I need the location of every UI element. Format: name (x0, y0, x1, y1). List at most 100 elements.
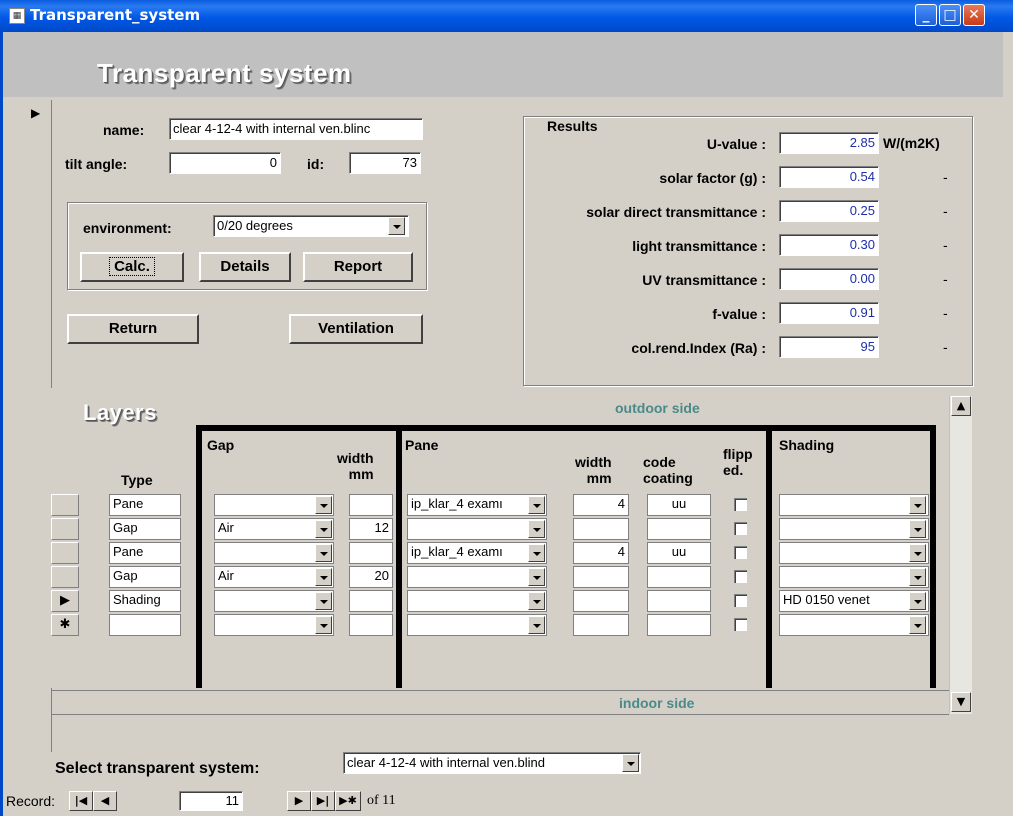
previous-record-button[interactable]: ◀ (93, 791, 117, 811)
result-value[interactable]: 0.54 (779, 166, 879, 188)
shading-cell[interactable]: HD 0150 venet (779, 590, 929, 612)
pane-width-cell[interactable]: 4 (573, 494, 629, 516)
report-button[interactable]: Report (303, 252, 413, 282)
pane-cell[interactable] (407, 590, 547, 612)
row-selector[interactable] (51, 518, 79, 540)
dropdown-icon[interactable] (909, 568, 926, 586)
close-button[interactable]: ✕ (963, 4, 985, 26)
dropdown-icon[interactable] (528, 544, 545, 562)
shading-cell[interactable] (779, 566, 929, 588)
flipped-checkbox[interactable] (734, 498, 747, 511)
dropdown-icon[interactable] (909, 496, 926, 514)
dropdown-icon[interactable] (315, 520, 332, 538)
result-value[interactable]: 0.25 (779, 200, 879, 222)
new-record-button[interactable]: ▶✱ (335, 791, 361, 811)
dropdown-icon[interactable] (315, 592, 332, 610)
gap-width-cell[interactable]: 12 (349, 518, 393, 540)
type-cell[interactable]: Gap (109, 518, 181, 540)
scroll-up-button[interactable]: ▲ (951, 396, 971, 416)
shading-cell[interactable] (779, 518, 929, 540)
pane-cell[interactable] (407, 566, 547, 588)
dropdown-icon[interactable] (528, 520, 545, 538)
pane-cell[interactable] (407, 518, 547, 540)
result-value[interactable]: 0.91 (779, 302, 879, 324)
pane-cell[interactable]: ip_klar_4 examı (407, 542, 547, 564)
dropdown-icon[interactable] (315, 496, 332, 514)
layers-scrollbar[interactable]: ▲ ▼ (949, 396, 972, 714)
environment-select[interactable]: 0/20 degrees (213, 215, 409, 237)
flipped-checkbox[interactable] (734, 546, 747, 559)
environment-dropdown-icon[interactable] (388, 217, 405, 235)
result-value[interactable]: 0.30 (779, 234, 879, 256)
shading-cell[interactable] (779, 542, 929, 564)
dropdown-icon[interactable] (909, 616, 926, 634)
select-system-dropdown-icon[interactable] (622, 754, 639, 772)
gap-width-cell[interactable] (349, 542, 393, 564)
dropdown-icon[interactable] (315, 568, 332, 586)
code-coating-cell[interactable] (647, 518, 711, 540)
select-system-combo[interactable]: clear 4-12-4 with internal ven.blind (343, 752, 641, 774)
type-cell[interactable] (109, 614, 181, 636)
gap-width-cell[interactable] (349, 494, 393, 516)
details-button[interactable]: Details (199, 252, 291, 282)
row-selector[interactable] (51, 566, 79, 588)
dropdown-icon[interactable] (528, 616, 545, 634)
dropdown-icon[interactable] (909, 520, 926, 538)
row-selector[interactable] (51, 542, 79, 564)
pane-cell[interactable] (407, 614, 547, 636)
result-value[interactable]: 2.85 (779, 132, 879, 154)
row-selector[interactable]: ▶ (51, 590, 79, 612)
flipped-checkbox[interactable] (734, 570, 747, 583)
row-selector[interactable] (51, 494, 79, 516)
calc-button[interactable]: Calc. (80, 252, 184, 282)
dropdown-icon[interactable] (909, 544, 926, 562)
dropdown-icon[interactable] (315, 616, 332, 634)
name-field[interactable]: clear 4-12-4 with internal ven.blinc (169, 118, 423, 140)
gap-header: Gap (207, 437, 235, 453)
gap-width-cell[interactable] (349, 614, 393, 636)
flipped-checkbox[interactable] (734, 522, 747, 535)
shading-cell[interactable] (779, 614, 929, 636)
record-selector[interactable]: ▶ (23, 100, 52, 752)
last-record-button[interactable]: ▶| (311, 791, 335, 811)
maximize-button[interactable]: □ (939, 4, 961, 26)
first-record-button[interactable]: |◀ (69, 791, 93, 811)
code-coating-cell[interactable]: uu (647, 542, 711, 564)
type-cell[interactable]: Pane (109, 542, 181, 564)
next-record-button[interactable]: ▶ (287, 791, 311, 811)
result-value[interactable]: 95 (779, 336, 879, 358)
shading-cell[interactable] (779, 494, 929, 516)
dropdown-icon[interactable] (528, 568, 545, 586)
row-spacer (81, 566, 109, 588)
scroll-down-button[interactable]: ▼ (951, 692, 971, 712)
flipped-checkbox[interactable] (734, 594, 747, 607)
gap-width-cell[interactable] (349, 590, 393, 612)
code-coating-cell[interactable] (647, 566, 711, 588)
code-coating-cell[interactable] (647, 590, 711, 612)
type-cell[interactable]: Gap (109, 566, 181, 588)
flipped-checkbox[interactable] (734, 618, 747, 631)
id-field[interactable]: 73 (349, 152, 421, 174)
minimize-button[interactable]: _ (915, 4, 937, 26)
gap-width-cell[interactable]: 20 (349, 566, 393, 588)
tilt-angle-field[interactable]: 0 (169, 152, 281, 174)
code-coating-cell[interactable] (647, 614, 711, 636)
type-cell[interactable]: Pane (109, 494, 181, 516)
dropdown-icon[interactable] (528, 592, 545, 610)
pane-width-cell[interactable] (573, 614, 629, 636)
code-coating-cell[interactable]: uu (647, 494, 711, 516)
pane-width-cell[interactable] (573, 566, 629, 588)
return-button[interactable]: Return (67, 314, 199, 344)
dropdown-icon[interactable] (528, 496, 545, 514)
type-cell[interactable]: Shading (109, 590, 181, 612)
record-number-field[interactable]: 11 (179, 791, 243, 811)
pane-width-cell[interactable] (573, 590, 629, 612)
result-value[interactable]: 0.00 (779, 268, 879, 290)
pane-width-cell[interactable] (573, 518, 629, 540)
pane-width-cell[interactable]: 4 (573, 542, 629, 564)
dropdown-icon[interactable] (315, 544, 332, 562)
dropdown-icon[interactable] (909, 592, 926, 610)
ventilation-button[interactable]: Ventilation (289, 314, 423, 344)
row-selector[interactable]: ✱ (51, 614, 79, 636)
pane-cell[interactable]: ip_klar_4 examı (407, 494, 547, 516)
